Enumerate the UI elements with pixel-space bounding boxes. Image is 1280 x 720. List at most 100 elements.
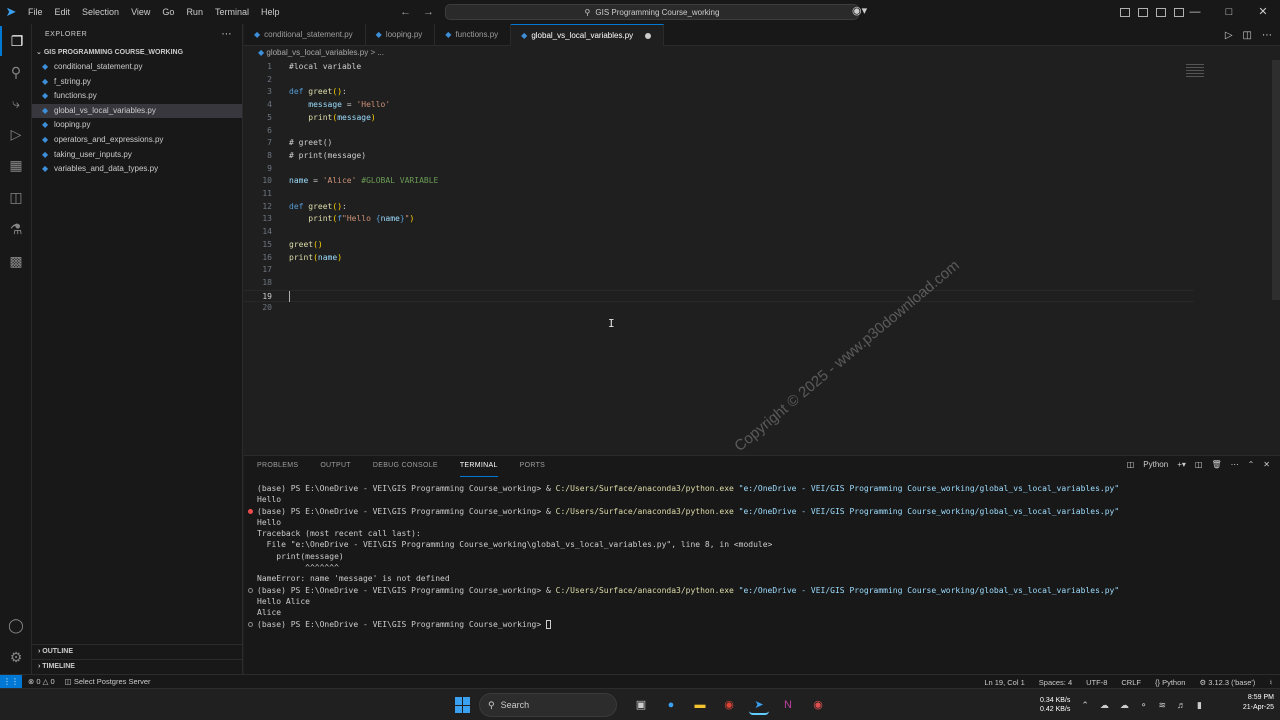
- file-item-conditional-statement[interactable]: ◆ conditional_statement.py: [32, 60, 242, 75]
- more-actions-icon[interactable]: ⋯: [1231, 460, 1239, 469]
- outline-section[interactable]: › OUTLINE: [32, 644, 243, 658]
- file-item-functions[interactable]: ◆ functions.py: [32, 89, 242, 104]
- onedrive-cloud-icon[interactable]: ☁: [1100, 700, 1109, 711]
- menu-terminal[interactable]: Terminal: [209, 0, 255, 24]
- edge-browser-icon[interactable]: ●: [661, 695, 681, 715]
- split-terminal-icon[interactable]: ◫: [1195, 460, 1203, 469]
- toggle-sidebar-icon[interactable]: [1138, 7, 1148, 17]
- volume-icon[interactable]: ♬: [1177, 700, 1186, 710]
- system-clock[interactable]: 8:59 PM 21-Apr-25: [1243, 693, 1274, 713]
- notifications-bell-icon[interactable]: ♮: [1269, 678, 1272, 687]
- search-view-icon[interactable]: ⚲: [0, 57, 32, 87]
- encoding[interactable]: UTF-8: [1086, 678, 1107, 687]
- menu-file[interactable]: File: [22, 0, 49, 24]
- extensions-icon[interactable]: ▦: [0, 150, 32, 180]
- split-editor-icon[interactable]: ◫: [1243, 30, 1252, 41]
- file-item-global-vs-local-variables[interactable]: ◆ global_vs_local_variables.py: [32, 103, 242, 119]
- windows-start-icon[interactable]: [455, 697, 471, 713]
- menu-go[interactable]: Go: [156, 0, 180, 24]
- tab-ports[interactable]: PORTS: [520, 456, 546, 476]
- layout-toggle-icon[interactable]: [1120, 7, 1130, 17]
- file-explorer-icon[interactable]: ▬: [690, 695, 710, 715]
- problems-status[interactable]: ⊗ 0 △ 0: [28, 677, 55, 686]
- terminal-script-path[interactable]: "e:/OneDrive - VEI/GIS Programming Cours…: [734, 507, 1120, 516]
- success-decoration-icon[interactable]: [248, 587, 253, 593]
- task-view-icon[interactable]: ▣: [631, 695, 651, 715]
- recorder-app-icon[interactable]: ◉: [808, 695, 828, 715]
- command-center-search[interactable]: ⚲ GIS Programming Course_working: [445, 4, 859, 20]
- tab-output[interactable]: OUTPUT: [320, 456, 351, 476]
- tab-global-vs-local-variables[interactable]: ◆ global_vs_local_variables.py: [511, 24, 665, 46]
- run-debug-icon[interactable]: ▷: [0, 119, 32, 149]
- unsaved-dot-icon[interactable]: [645, 32, 652, 39]
- tab-debug-console[interactable]: DEBUG CONSOLE: [373, 456, 438, 476]
- menu-run[interactable]: Run: [180, 0, 209, 24]
- cursor-position[interactable]: Ln 19, Col 1: [984, 678, 1024, 687]
- wifi-icon[interactable]: ≋: [1158, 700, 1166, 711]
- error-decoration-icon[interactable]: [248, 508, 253, 514]
- indentation[interactable]: Spaces: 4: [1039, 678, 1072, 687]
- copilot-icon[interactable]: ◉▾: [852, 4, 867, 17]
- menu-edit[interactable]: Edit: [49, 0, 77, 24]
- python-env-icon[interactable]: ▩: [0, 246, 32, 276]
- tab-problems[interactable]: PROBLEMS: [257, 456, 298, 476]
- remote-indicator-icon[interactable]: ⋮⋮: [0, 674, 22, 689]
- tab-terminal[interactable]: TERMINAL: [459, 456, 498, 477]
- minimap[interactable]: [1186, 64, 1204, 84]
- testing-icon[interactable]: ⚗: [0, 214, 32, 244]
- settings-gear-icon[interactable]: ⚙: [0, 642, 32, 672]
- more-actions-icon[interactable]: ⋯: [222, 24, 233, 46]
- menu-help[interactable]: Help: [255, 0, 286, 24]
- terminal-exe-path[interactable]: C:/Users/Surface/anaconda3/python.exe: [556, 507, 734, 516]
- editor-scrollbar[interactable]: [1272, 60, 1280, 300]
- tab-functions[interactable]: ◆ functions.py: [435, 24, 512, 46]
- remote-explorer-icon[interactable]: ◫: [0, 182, 32, 212]
- taskbar-search[interactable]: ⚲ Search: [479, 693, 617, 717]
- onenote-icon[interactable]: N: [778, 695, 798, 715]
- python-interpreter[interactable]: ⚙ 3.12.3 ('base'): [1199, 678, 1255, 687]
- account-icon[interactable]: ◯: [0, 610, 32, 640]
- end-of-line[interactable]: CRLF: [1121, 678, 1141, 687]
- maximize-icon[interactable]: □: [1212, 0, 1246, 24]
- terminal-exe-path[interactable]: C:/Users/Surface/anaconda3/python.exe: [556, 484, 734, 493]
- close-panel-icon[interactable]: ✕: [1263, 460, 1270, 469]
- run-python-file-icon[interactable]: ▷: [1225, 30, 1233, 41]
- explorer-icon[interactable]: ❐: [0, 26, 32, 56]
- tray-overflow-icon[interactable]: ⌃: [1081, 700, 1089, 711]
- breadcrumb[interactable]: ◆ global_vs_local_variables.py > ...: [244, 46, 1280, 60]
- postgres-status[interactable]: ◫ Select Postgres Server: [65, 677, 151, 686]
- success-decoration-icon[interactable]: [248, 621, 253, 627]
- terminal-script-path[interactable]: "e:/OneDrive - VEI/GIS Programming Cours…: [734, 484, 1120, 493]
- source-control-icon[interactable]: ⤷: [0, 88, 32, 118]
- menu-view[interactable]: View: [125, 0, 156, 24]
- chrome-browser-icon[interactable]: ◉: [719, 695, 739, 715]
- terminal-script-path[interactable]: "e:/OneDrive - VEI/GIS Programming Cours…: [734, 586, 1120, 595]
- close-icon[interactable]: ✕: [1246, 0, 1280, 24]
- onedrive-business-icon[interactable]: ☁: [1120, 700, 1129, 711]
- file-item-f-string[interactable]: ◆ f_string.py: [32, 75, 242, 90]
- timeline-section[interactable]: › TIMELINE: [32, 659, 243, 673]
- microphone-icon[interactable]: ⚬: [1140, 700, 1148, 711]
- terminal-shell-label[interactable]: Python: [1143, 460, 1168, 469]
- file-item-looping[interactable]: ◆ looping.py: [32, 118, 242, 133]
- kill-terminal-icon[interactable]: 🗑: [1211, 460, 1221, 469]
- tab-conditional-statement[interactable]: ◆ conditional_statement.py: [244, 24, 366, 46]
- minimize-icon[interactable]: —: [1178, 0, 1212, 24]
- language-mode[interactable]: {} Python: [1155, 678, 1185, 687]
- new-terminal-icon[interactable]: +▾: [1177, 460, 1186, 469]
- terminal-output[interactable]: (base) PS E:\OneDrive - VEI\GIS Programm…: [244, 483, 1280, 630]
- file-item-taking-user-inputs[interactable]: ◆ taking_user_inputs.py: [32, 148, 242, 163]
- file-item-variables-and-data-types[interactable]: ◆ variables_and_data_types.py: [32, 162, 242, 177]
- more-actions-icon[interactable]: ⋯: [1262, 30, 1272, 41]
- vscode-taskbar-icon[interactable]: ➤: [749, 695, 769, 715]
- menu-selection[interactable]: Selection: [76, 0, 125, 24]
- code-editor[interactable]: 1 #local variable 2 3 def greet(): 4 messa…: [244, 60, 1280, 455]
- back-arrow-icon[interactable]: ←: [400, 6, 411, 18]
- terminal-exe-path[interactable]: C:/Users/Surface/anaconda3/python.exe: [556, 586, 734, 595]
- workspace-folder[interactable]: ⌄ GIS PROGRAMMING COURSE_WORKING: [32, 46, 242, 60]
- tab-looping[interactable]: ◆ looping.py: [366, 24, 436, 46]
- toggle-panel-icon[interactable]: [1156, 7, 1166, 17]
- forward-arrow-icon[interactable]: →: [423, 6, 434, 18]
- file-item-operators-and-expressions[interactable]: ◆ operators_and_expressions.py: [32, 133, 242, 148]
- maximize-panel-icon[interactable]: ⌃: [1248, 460, 1255, 469]
